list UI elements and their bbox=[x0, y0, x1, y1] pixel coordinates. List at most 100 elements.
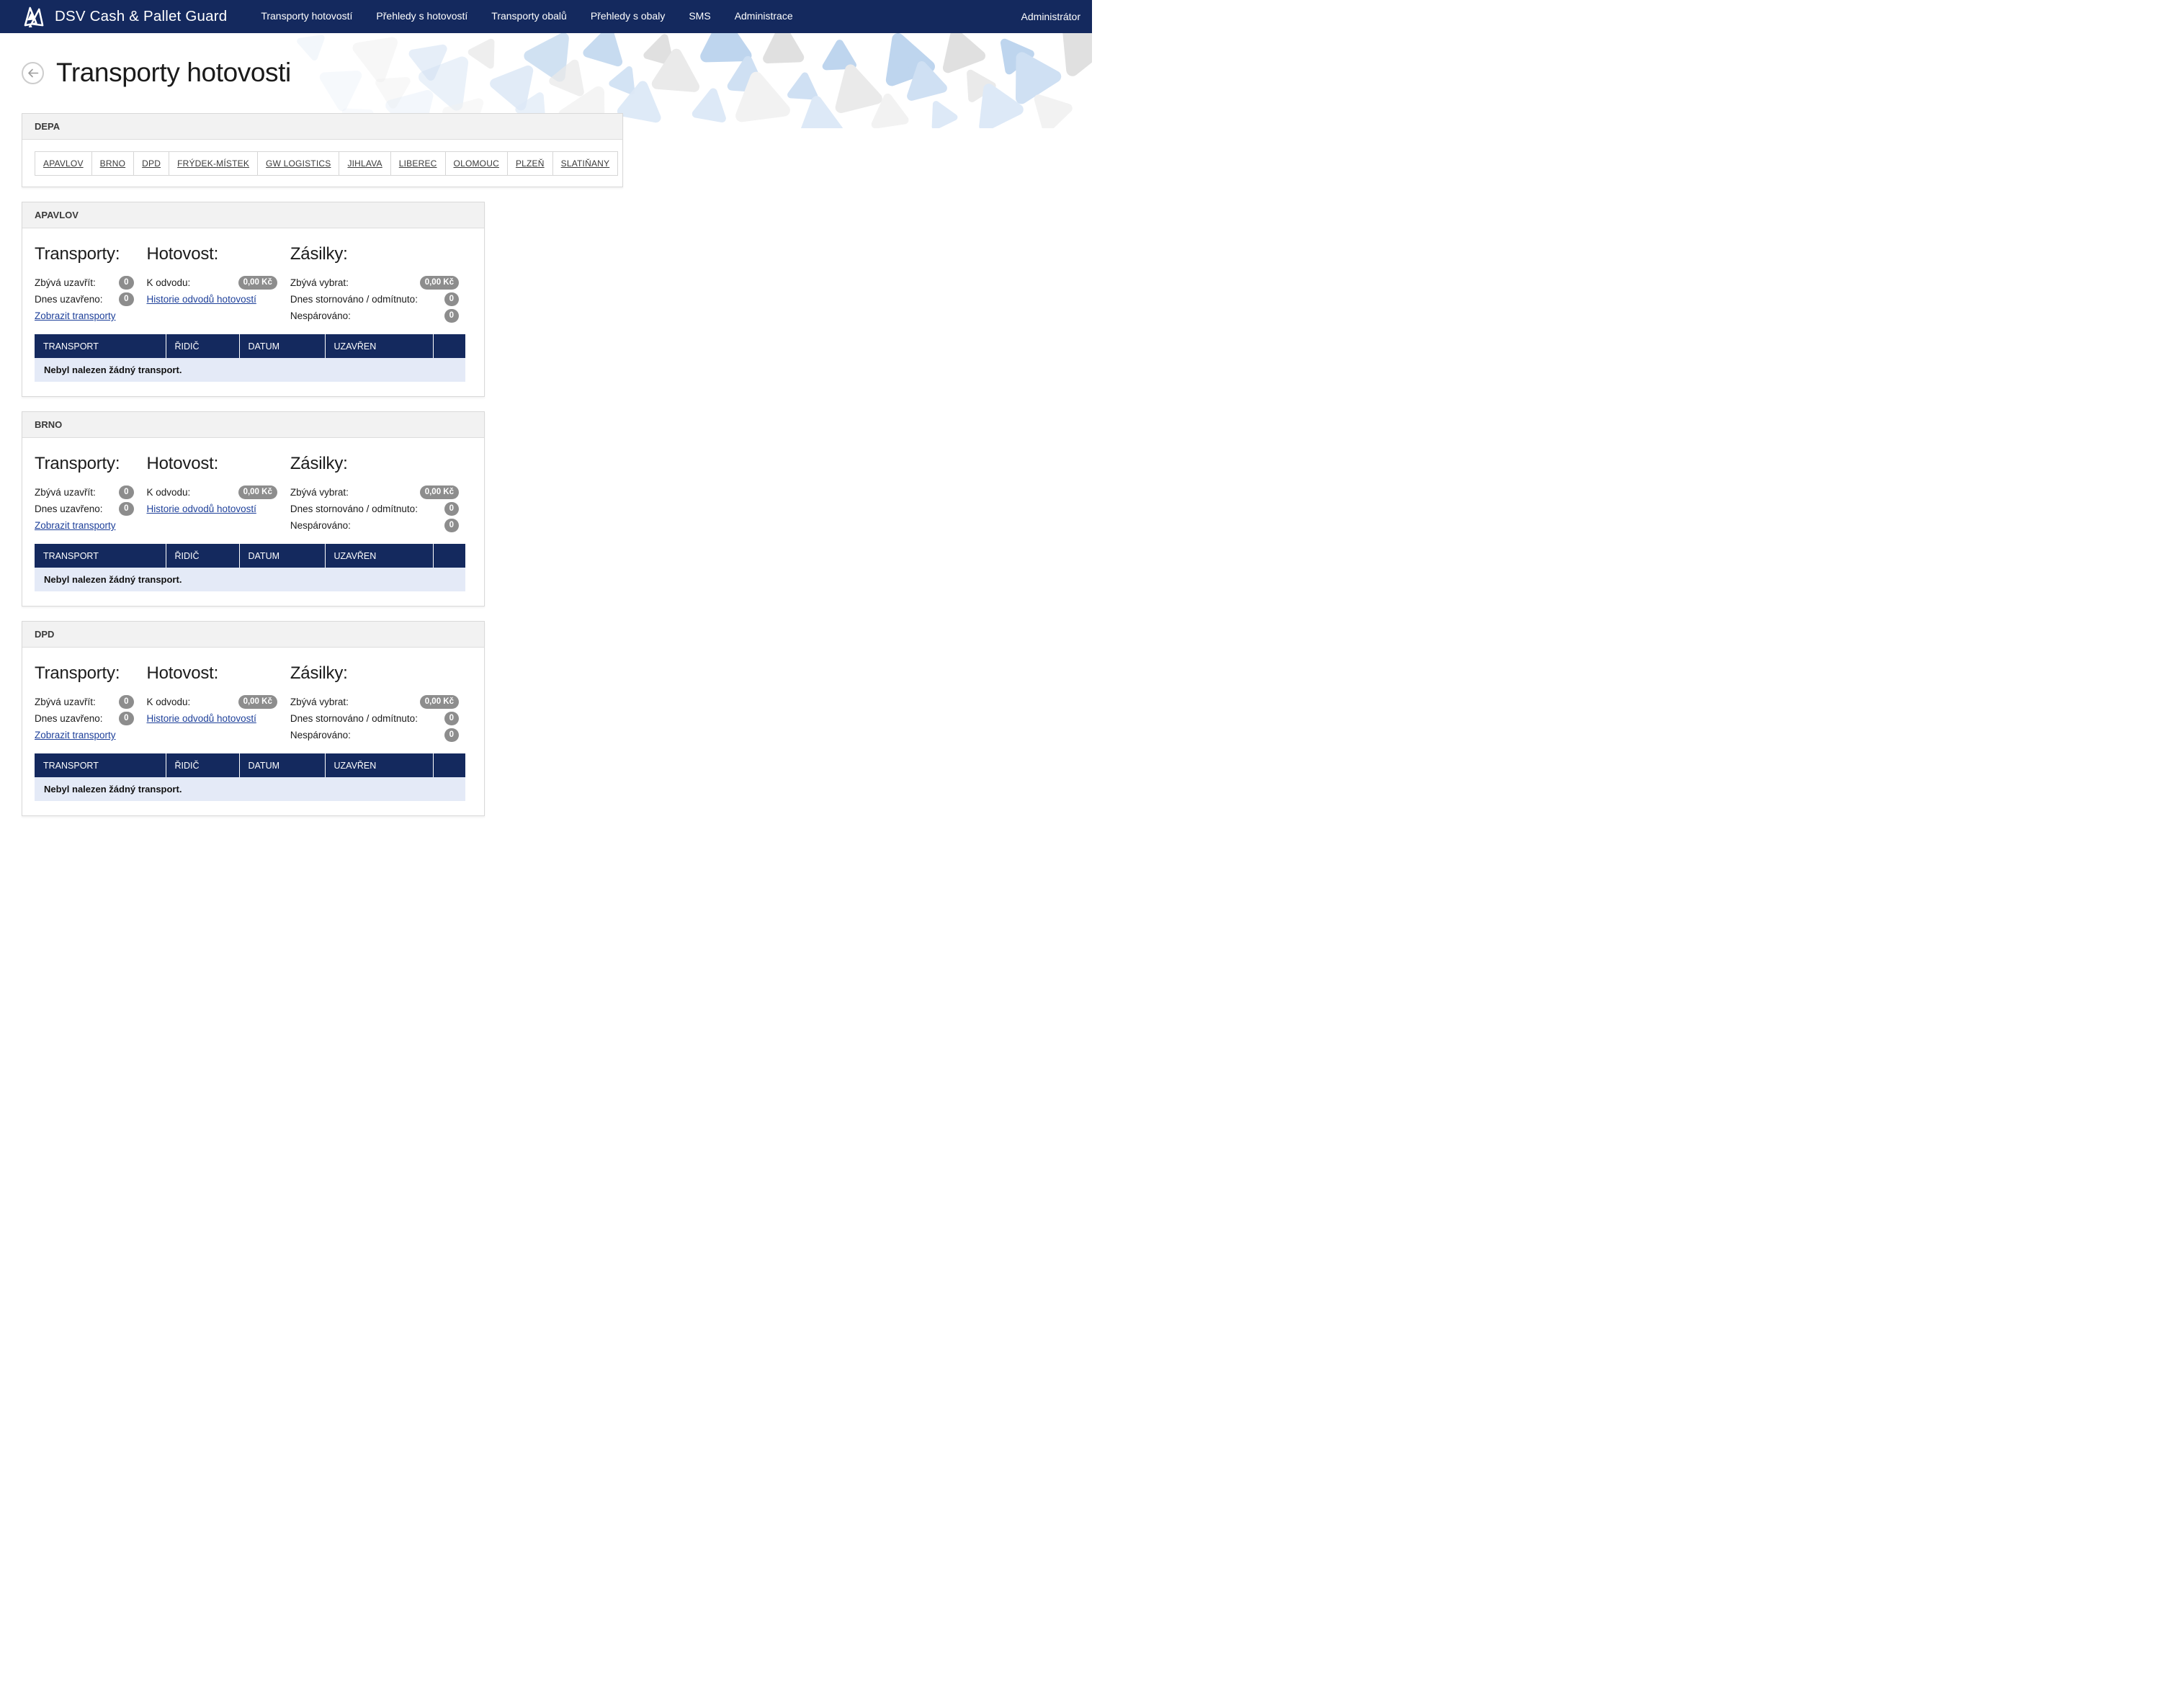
closed-today-label: Dnes uzavřeno: bbox=[35, 294, 103, 305]
no-transport-message: Nebyl nalezen žádný transport. bbox=[35, 568, 465, 591]
remaining-to-close-badge: 0 bbox=[119, 276, 133, 290]
transports-table: TRANSPORT ŘIDIČ DATUM UZAVŘEN Nebyl nale… bbox=[35, 334, 465, 382]
show-transports-link[interactable]: Zobrazit transporty bbox=[35, 520, 116, 531]
depot-card-title: BRNO bbox=[22, 412, 484, 438]
depa-link-cell: PLZEŇ bbox=[507, 152, 552, 176]
nav-item[interactable]: Transporty hotovostí bbox=[261, 10, 352, 22]
remaining-to-collect-label: Zbývá vybrat: bbox=[290, 277, 349, 288]
nav-item[interactable]: Transporty obalů bbox=[491, 10, 567, 22]
shipments-heading: Zásilky: bbox=[290, 663, 459, 684]
remaining-to-collect-badge: 0,00 Kč bbox=[420, 485, 459, 500]
remaining-to-collect-badge: 0,00 Kč bbox=[420, 695, 459, 710]
to-remit-badge: 0,00 Kč bbox=[238, 276, 277, 290]
remaining-to-close-badge: 0 bbox=[119, 695, 133, 710]
depa-link[interactable]: APAVLOV bbox=[43, 158, 84, 169]
to-remit-label: K odvodu: bbox=[147, 487, 191, 498]
back-arrow-icon bbox=[27, 68, 39, 78]
col-header-transport: TRANSPORT bbox=[35, 753, 166, 777]
depa-link-cell: OLOMOUC bbox=[445, 152, 507, 176]
nav-item[interactable]: SMS bbox=[689, 10, 710, 22]
transports-heading: Transporty: bbox=[35, 244, 134, 264]
transports-table: TRANSPORT ŘIDIČ DATUM UZAVŘEN Nebyl nale… bbox=[35, 753, 465, 801]
cancelled-rejected-today-badge: 0 bbox=[444, 502, 459, 516]
user-menu[interactable]: Administrátor bbox=[1021, 11, 1080, 22]
depot-card: BRNO Transporty: Zbývá uzavřít: 0 Dnes u… bbox=[22, 411, 485, 607]
main-content: DEPA APAVLOV BRNO DPD FRÝDEK-MÍSTEK GW LOGIS… bbox=[0, 113, 1092, 816]
depa-link[interactable]: FRÝDEK-MÍSTEK bbox=[177, 158, 249, 169]
col-header-actions bbox=[433, 753, 465, 777]
cash-heading: Hotovost: bbox=[147, 454, 277, 474]
no-transport-message: Nebyl nalezen žádný transport. bbox=[35, 777, 465, 801]
remaining-to-close-label: Zbývá uzavřít: bbox=[35, 697, 96, 707]
dsv-logo-icon bbox=[22, 6, 47, 28]
unmatched-badge: 0 bbox=[444, 519, 459, 533]
cash-remittance-history-link[interactable]: Historie odvodů hotovostí bbox=[147, 713, 256, 724]
depa-link[interactable]: JIHLAVA bbox=[347, 158, 382, 169]
remaining-to-collect-label: Zbývá vybrat: bbox=[290, 697, 349, 707]
col-header-driver: ŘIDIČ bbox=[166, 753, 239, 777]
col-header-driver: ŘIDIČ bbox=[166, 544, 239, 568]
depa-link[interactable]: SLATIŇANY bbox=[561, 158, 610, 169]
to-remit-badge: 0,00 Kč bbox=[238, 485, 277, 500]
main-nav-menu: Transporty hotovostí Přehledy s hotovostí… bbox=[261, 10, 792, 23]
depa-links-table: APAVLOV BRNO DPD FRÝDEK-MÍSTEK GW LOGISTICS J… bbox=[35, 151, 618, 176]
depot-card: DPD Transporty: Zbývá uzavřít: 0 Dnes uz… bbox=[22, 621, 485, 816]
nav-item[interactable]: Administrace bbox=[735, 10, 793, 22]
unmatched-badge: 0 bbox=[444, 728, 459, 743]
depa-link[interactable]: PLZEŇ bbox=[516, 158, 545, 169]
col-header-actions bbox=[433, 544, 465, 568]
no-transport-message: Nebyl nalezen žádný transport. bbox=[35, 358, 465, 382]
depot-card-title: APAVLOV bbox=[22, 202, 484, 228]
remaining-to-close-label: Zbývá uzavřít: bbox=[35, 277, 96, 288]
transports-table: TRANSPORT ŘIDIČ DATUM UZAVŘEN Nebyl nale… bbox=[35, 544, 465, 591]
col-header-actions bbox=[433, 334, 465, 358]
col-header-date: DATUM bbox=[239, 544, 325, 568]
to-remit-label: K odvodu: bbox=[147, 697, 191, 707]
to-remit-label: K odvodu: bbox=[147, 277, 191, 288]
unmatched-label: Nespárováno: bbox=[290, 730, 351, 740]
remaining-to-close-badge: 0 bbox=[119, 485, 133, 500]
cash-heading: Hotovost: bbox=[147, 663, 277, 684]
depa-panel-title: DEPA bbox=[22, 114, 622, 140]
transports-heading: Transporty: bbox=[35, 663, 134, 684]
col-header-closed: UZAVŘEN bbox=[325, 334, 433, 358]
remaining-to-collect-badge: 0,00 Kč bbox=[420, 276, 459, 290]
col-header-date: DATUM bbox=[239, 753, 325, 777]
col-header-driver: ŘIDIČ bbox=[166, 334, 239, 358]
back-button[interactable] bbox=[22, 62, 44, 84]
empty-table-row: Nebyl nalezen žádný transport. bbox=[35, 777, 465, 801]
transports-heading: Transporty: bbox=[35, 454, 134, 474]
depa-link-cell: LIBEREC bbox=[390, 152, 445, 176]
nav-item[interactable]: Přehledy s hotovostí bbox=[376, 10, 467, 22]
empty-table-row: Nebyl nalezen žádný transport. bbox=[35, 358, 465, 382]
cash-remittance-history-link[interactable]: Historie odvodů hotovostí bbox=[147, 294, 256, 305]
depa-link[interactable]: LIBEREC bbox=[399, 158, 437, 169]
remaining-to-close-label: Zbývá uzavřít: bbox=[35, 487, 96, 498]
closed-today-badge: 0 bbox=[119, 712, 133, 726]
depa-link[interactable]: GW LOGISTICS bbox=[266, 158, 331, 169]
depa-link[interactable]: DPD bbox=[142, 158, 161, 169]
depa-link[interactable]: BRNO bbox=[100, 158, 125, 169]
depa-panel: DEPA APAVLOV BRNO DPD FRÝDEK-MÍSTEK GW LOGIS… bbox=[22, 113, 623, 187]
nav-item[interactable]: Přehledy s obaly bbox=[591, 10, 666, 22]
depa-link-cell: JIHLAVA bbox=[339, 152, 390, 176]
show-transports-link[interactable]: Zobrazit transporty bbox=[35, 310, 116, 321]
to-remit-badge: 0,00 Kč bbox=[238, 695, 277, 710]
closed-today-label: Dnes uzavřeno: bbox=[35, 504, 103, 514]
closed-today-label: Dnes uzavřeno: bbox=[35, 713, 103, 724]
brand-home-link[interactable]: DSV Cash & Pallet Guard bbox=[22, 6, 227, 28]
show-transports-link[interactable]: Zobrazit transporty bbox=[35, 730, 116, 740]
cancelled-rejected-today-label: Dnes stornováno / odmítnuto: bbox=[290, 294, 418, 305]
empty-table-row: Nebyl nalezen žádný transport. bbox=[35, 568, 465, 591]
cancelled-rejected-today-badge: 0 bbox=[444, 292, 459, 307]
depa-link-cell: DPD bbox=[134, 152, 169, 176]
shipments-heading: Zásilky: bbox=[290, 454, 459, 474]
remaining-to-collect-label: Zbývá vybrat: bbox=[290, 487, 349, 498]
page-header: Transporty hotovosti bbox=[0, 33, 1092, 113]
depa-link-cell: FRÝDEK-MÍSTEK bbox=[169, 152, 258, 176]
depa-link[interactable]: OLOMOUC bbox=[454, 158, 499, 169]
cash-remittance-history-link[interactable]: Historie odvodů hotovostí bbox=[147, 504, 256, 514]
page-title: Transporty hotovosti bbox=[56, 58, 291, 88]
shipments-heading: Zásilky: bbox=[290, 244, 459, 264]
col-header-closed: UZAVŘEN bbox=[325, 753, 433, 777]
